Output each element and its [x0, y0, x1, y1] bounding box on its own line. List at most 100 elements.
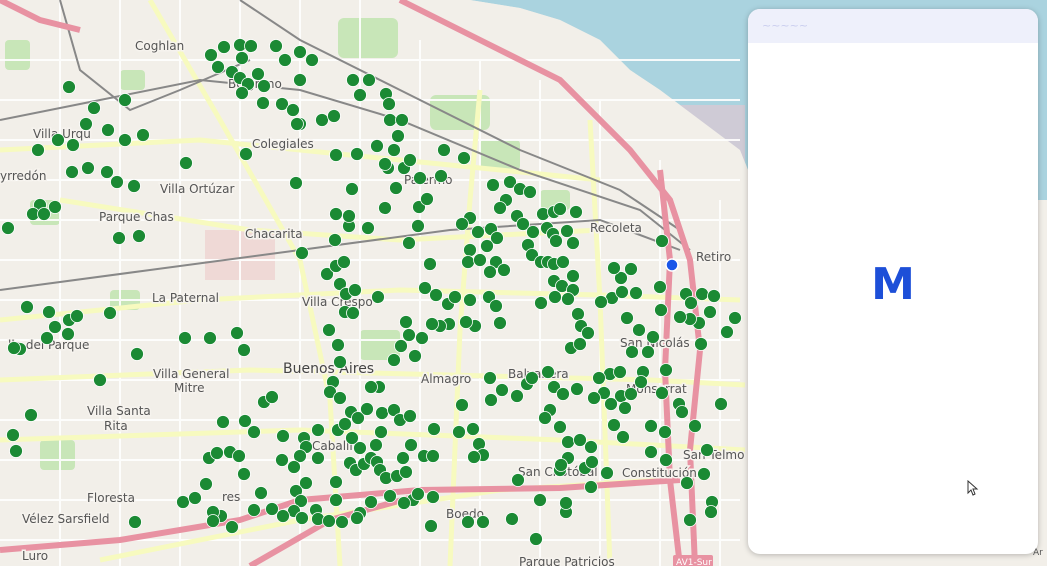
map-point-marker[interactable] — [132, 229, 146, 243]
map-point-marker[interactable] — [178, 331, 192, 345]
map-point-marker[interactable] — [118, 93, 132, 107]
map-point-marker[interactable] — [287, 460, 301, 474]
map-point-marker[interactable] — [620, 311, 634, 325]
map-point-marker[interactable] — [618, 401, 632, 415]
map-point-marker[interactable] — [230, 326, 244, 340]
map-point-marker[interactable] — [364, 380, 378, 394]
map-point-marker[interactable] — [423, 257, 437, 271]
map-point-marker[interactable] — [295, 511, 309, 525]
map-point-marker[interactable] — [533, 493, 547, 507]
map-point-marker[interactable] — [188, 491, 202, 505]
map-point-marker[interactable] — [350, 511, 364, 525]
map-point-marker[interactable] — [700, 443, 714, 457]
map-point-marker[interactable] — [79, 117, 93, 131]
map-point-marker[interactable] — [232, 449, 246, 463]
map-point-marker[interactable] — [584, 480, 598, 494]
map-point-marker[interactable] — [632, 323, 646, 337]
map-point-marker[interactable] — [346, 306, 360, 320]
map-point-marker[interactable] — [493, 316, 507, 330]
map-point-marker[interactable] — [391, 129, 405, 143]
map-point-marker[interactable] — [364, 495, 378, 509]
map-point-marker[interactable] — [571, 307, 585, 321]
map-point-marker[interactable] — [375, 406, 389, 420]
map-point-marker[interactable] — [235, 86, 249, 100]
map-point-marker[interactable] — [203, 331, 217, 345]
map-point-marker[interactable] — [7, 341, 21, 355]
map-point-marker[interactable] — [289, 176, 303, 190]
map-point-marker[interactable] — [286, 103, 300, 117]
map-point-marker[interactable] — [493, 201, 507, 215]
map-point-marker[interactable] — [346, 73, 360, 87]
map-point-marker[interactable] — [697, 467, 711, 481]
map-point-marker[interactable] — [434, 169, 448, 183]
map-point-marker[interactable] — [600, 466, 614, 480]
map-point-marker[interactable] — [624, 262, 638, 276]
map-point-marker[interactable] — [587, 391, 601, 405]
map-point-marker[interactable] — [525, 371, 539, 385]
map-point-marker[interactable] — [455, 398, 469, 412]
map-point-marker[interactable] — [476, 515, 490, 529]
map-point-marker[interactable] — [329, 493, 343, 507]
map-point-marker[interactable] — [293, 73, 307, 87]
map-point-marker[interactable] — [103, 306, 117, 320]
current-location-marker[interactable] — [665, 258, 679, 272]
map-point-marker[interactable] — [278, 53, 292, 67]
map-point-marker[interactable] — [110, 175, 124, 189]
map-point-marker[interactable] — [247, 503, 261, 517]
map-point-marker[interactable] — [415, 331, 429, 345]
map-point-marker[interactable] — [333, 391, 347, 405]
map-point-marker[interactable] — [322, 323, 336, 337]
map-point-marker[interactable] — [65, 165, 79, 179]
map-point-marker[interactable] — [641, 345, 655, 359]
map-point-marker[interactable] — [573, 337, 587, 351]
map-point-marker[interactable] — [646, 330, 660, 344]
map-point-marker[interactable] — [511, 473, 525, 487]
map-point-marker[interactable] — [425, 317, 439, 331]
map-point-marker[interactable] — [624, 387, 638, 401]
map-point-marker[interactable] — [206, 514, 220, 528]
map-point-marker[interactable] — [383, 489, 397, 503]
map-point-marker[interactable] — [402, 236, 416, 250]
map-point-marker[interactable] — [616, 430, 630, 444]
map-point-marker[interactable] — [684, 296, 698, 310]
map-point-marker[interactable] — [720, 325, 734, 339]
map-point-marker[interactable] — [534, 296, 548, 310]
map-point-marker[interactable] — [584, 440, 598, 454]
map-point-marker[interactable] — [471, 225, 485, 239]
map-point-marker[interactable] — [350, 147, 364, 161]
map-point-marker[interactable] — [497, 263, 511, 277]
map-point-marker[interactable] — [237, 467, 251, 481]
map-point-marker[interactable] — [238, 414, 252, 428]
map-point-marker[interactable] — [327, 109, 341, 123]
map-point-marker[interactable] — [112, 231, 126, 245]
map-point-marker[interactable] — [688, 419, 702, 433]
map-point-marker[interactable] — [694, 337, 708, 351]
map-point-marker[interactable] — [295, 246, 309, 260]
map-point-marker[interactable] — [411, 219, 425, 233]
map-point-marker[interactable] — [247, 425, 261, 439]
map-point-marker[interactable] — [275, 453, 289, 467]
map-point-marker[interactable] — [70, 309, 84, 323]
map-point-marker[interactable] — [395, 113, 409, 127]
map-point-marker[interactable] — [276, 429, 290, 443]
map-point-marker[interactable] — [707, 289, 721, 303]
map-point-marker[interactable] — [329, 475, 343, 489]
map-point-marker[interactable] — [333, 355, 347, 369]
map-point-marker[interactable] — [714, 397, 728, 411]
map-point-marker[interactable] — [427, 422, 441, 436]
map-point-marker[interactable] — [378, 201, 392, 215]
map-point-marker[interactable] — [176, 495, 190, 509]
map-point-marker[interactable] — [548, 290, 562, 304]
map-point-marker[interactable] — [554, 458, 568, 472]
map-point-marker[interactable] — [329, 207, 343, 221]
map-point-marker[interactable] — [704, 505, 718, 519]
map-point-marker[interactable] — [653, 280, 667, 294]
map-point-marker[interactable] — [505, 512, 519, 526]
map-point-marker[interactable] — [607, 418, 621, 432]
map-point-marker[interactable] — [566, 236, 580, 250]
map-point-marker[interactable] — [556, 387, 570, 401]
map-point-marker[interactable] — [463, 243, 477, 257]
map-point-marker[interactable] — [455, 217, 469, 231]
map-point-marker[interactable] — [345, 431, 359, 445]
map-point-marker[interactable] — [397, 496, 411, 510]
